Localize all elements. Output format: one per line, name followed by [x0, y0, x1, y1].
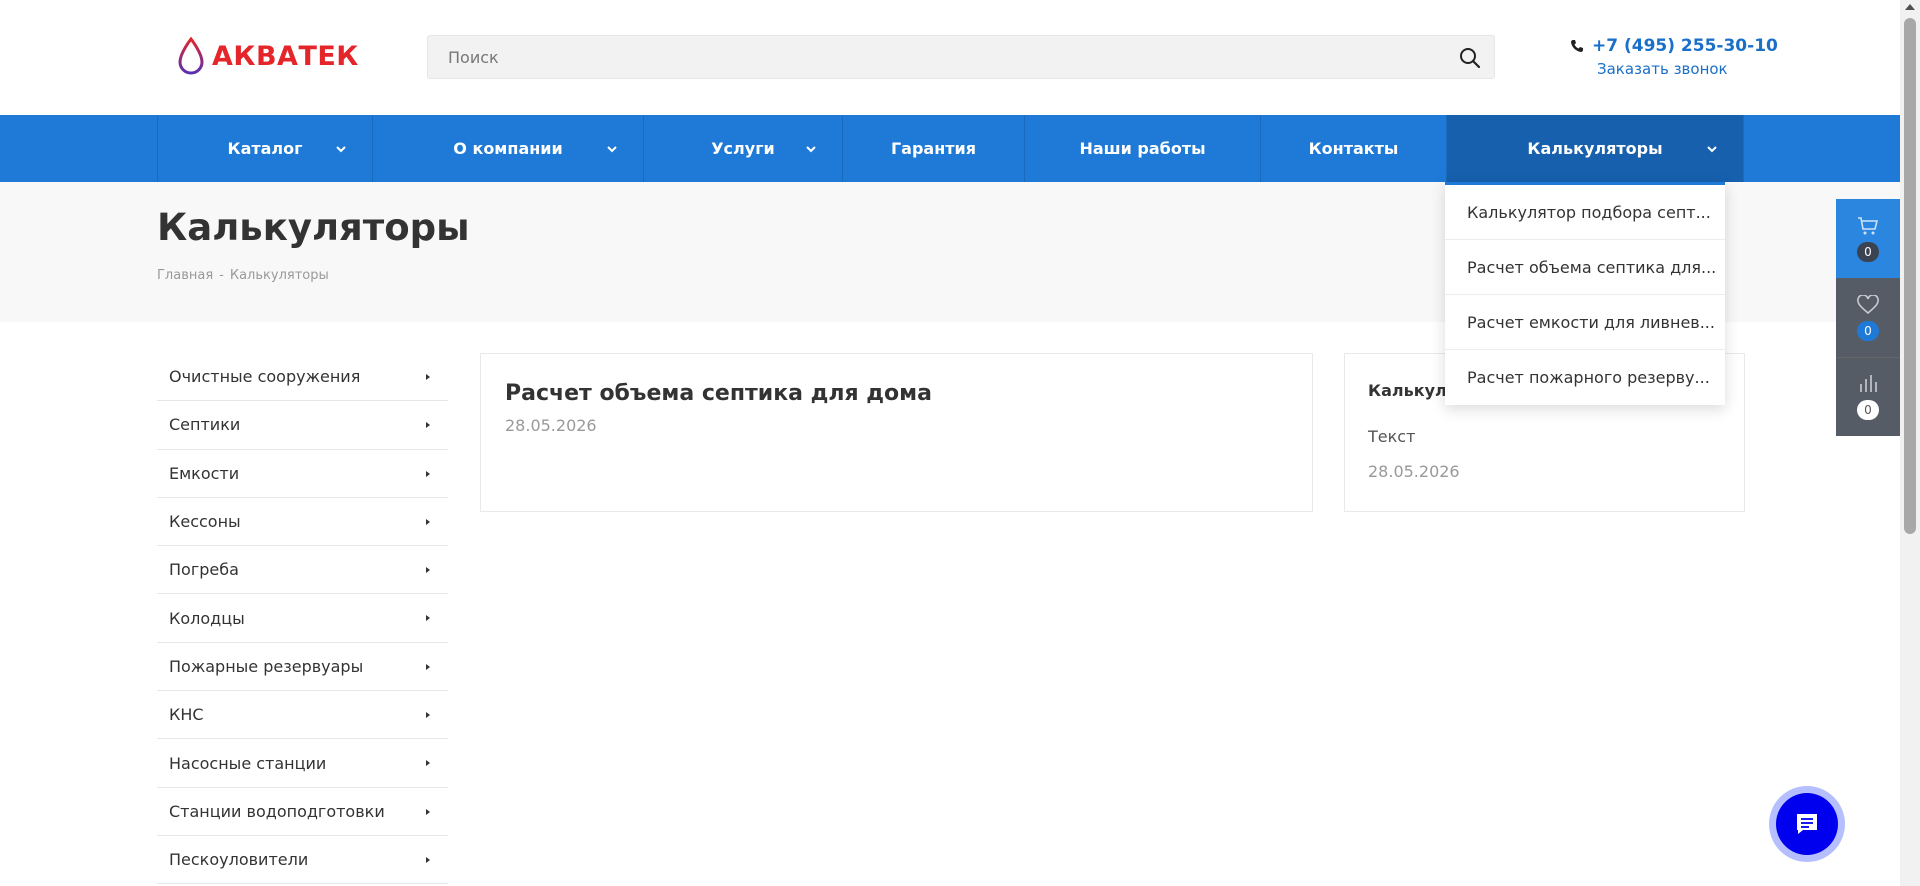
- caret-right-icon: [426, 808, 430, 815]
- breadcrumb: Главная - Калькуляторы: [157, 268, 329, 283]
- sidebar-item-label: КНС: [169, 705, 204, 725]
- water-drop-icon: [178, 37, 204, 75]
- sidebar-item-water-treatment[interactable]: Станции водоподготовки: [157, 788, 448, 836]
- nav-item-label: Услуги: [711, 139, 775, 158]
- chevron-down-icon: [607, 146, 617, 153]
- chevron-down-icon: [336, 146, 346, 153]
- cart-count-badge: 0: [1857, 241, 1879, 262]
- breadcrumb-separator: -: [219, 268, 224, 283]
- dropdown-item-fire-reservoir[interactable]: Расчет пожарного резерву...: [1445, 350, 1725, 405]
- article-title[interactable]: Расчет объема септика для дома: [505, 381, 932, 406]
- nav-item-label: Наши работы: [1079, 139, 1206, 158]
- sidebar-item-septics[interactable]: Септики: [157, 401, 448, 450]
- sidebar-item-label: Септики: [169, 415, 241, 435]
- site-header: АКВАТЕК +7 (495) 255-30-10 Заказать звон…: [0, 0, 1900, 115]
- dropdown-item-septic-volume[interactable]: Расчет объема септика для...: [1445, 240, 1725, 295]
- sidebar-item-wells[interactable]: Колодцы: [157, 594, 448, 643]
- nav-item-label: Каталог: [227, 139, 303, 158]
- favorites-count-badge: 0: [1857, 320, 1879, 341]
- nav-item-calculators[interactable]: Калькуляторы: [1446, 115, 1744, 182]
- sidebar-item-cellars[interactable]: Погреба: [157, 546, 448, 595]
- nav-item-label: Контакты: [1308, 139, 1399, 158]
- dropdown-item-storm-tank[interactable]: Расчет емкости для ливнев...: [1445, 295, 1725, 350]
- caret-right-icon: [426, 470, 430, 477]
- sidebar-item-pump-stations[interactable]: Насосные станции: [157, 739, 448, 788]
- sidebar-item-label: Насосные станции: [169, 753, 327, 773]
- sidebar-item-fire-reservoirs[interactable]: Пожарные резервуары: [157, 643, 448, 692]
- sidebar-item-label: Пескоуловители: [169, 850, 309, 870]
- nav-item-warranty[interactable]: Гарантия: [842, 115, 1024, 182]
- caret-right-icon: [426, 567, 430, 574]
- caret-right-icon: [426, 615, 430, 622]
- nav-item-services[interactable]: Услуги: [643, 115, 842, 182]
- nav-item-catalog[interactable]: Каталог: [157, 115, 372, 182]
- nav-item-about[interactable]: О компании: [372, 115, 643, 182]
- side-article-text: Текст: [1368, 427, 1416, 446]
- favorites-button[interactable]: 0: [1836, 278, 1900, 357]
- chat-widget-inner: [1776, 793, 1838, 855]
- breadcrumb-home-link[interactable]: Главная: [157, 268, 213, 283]
- phone-block: +7 (495) 255-30-10: [1570, 36, 1778, 56]
- calculators-dropdown: Калькулятор подбора септ... Расчет объем…: [1445, 182, 1725, 405]
- logo-text: АКВАТЕК: [212, 40, 359, 72]
- sidebar-item-tanks[interactable]: Емкости: [157, 450, 448, 498]
- sidebar-item-label: Станции водоподготовки: [169, 801, 385, 821]
- sidebar-item-treatment-facilities[interactable]: Очистные сооружения: [157, 353, 448, 402]
- sidebar-item-label: Очистные сооружения: [169, 367, 361, 387]
- sidebar-item-label: Пожарные резервуары: [169, 656, 364, 676]
- caret-right-icon: [426, 856, 430, 863]
- logo[interactable]: АКВАТЕК: [176, 36, 359, 76]
- caret-right-icon: [426, 422, 430, 429]
- nav-item-our-works[interactable]: Наши работы: [1024, 115, 1260, 182]
- search-box: [427, 35, 1495, 79]
- side-article-date: 28.05.2026: [1368, 462, 1460, 481]
- chevron-down-icon: [806, 146, 816, 153]
- nav-item-contacts[interactable]: Контакты: [1260, 115, 1446, 182]
- compare-count-badge: 0: [1857, 400, 1879, 420]
- heart-icon: [1857, 294, 1879, 314]
- page-title: Калькуляторы: [157, 206, 470, 249]
- chat-widget-button[interactable]: [1769, 786, 1845, 862]
- chat-icon: [1797, 814, 1817, 834]
- side-article-title[interactable]: Калькуля: [1368, 381, 1457, 400]
- callback-link[interactable]: Заказать звонок: [1597, 60, 1728, 78]
- main-nav: Каталог О компании Услуги Гарантия Наши …: [0, 115, 1900, 182]
- sidebar-item-label: Колодцы: [169, 608, 245, 628]
- caret-right-icon: [426, 712, 430, 719]
- compare-button[interactable]: 0: [1836, 357, 1900, 436]
- sidebar-item-sand-traps[interactable]: Пескоуловители: [157, 836, 448, 885]
- scroll-thumb[interactable]: [1904, 18, 1916, 534]
- caret-right-icon: [426, 374, 430, 380]
- phone-icon: [1571, 40, 1583, 52]
- right-floating-panel: 0 0 0: [1836, 199, 1900, 436]
- sidebar-item-kns[interactable]: КНС: [157, 691, 448, 740]
- scroll-up-arrow-icon[interactable]: [1905, 4, 1915, 10]
- sidebar-item-label: Емкости: [169, 463, 240, 483]
- category-sidebar: Очистные сооружения Септики Емкости Кесс…: [157, 353, 448, 885]
- caret-right-icon: [426, 760, 430, 767]
- dropdown-item-septic-selection[interactable]: Калькулятор подбора септ...: [1445, 185, 1725, 240]
- sidebar-item-caissons[interactable]: Кессоны: [157, 498, 448, 547]
- page-scrollbar[interactable]: [1900, 0, 1920, 886]
- nav-item-label: Гарантия: [890, 139, 977, 158]
- search-input[interactable]: [428, 36, 1494, 78]
- sidebar-item-label: Погреба: [169, 560, 239, 580]
- cart-icon: [1858, 216, 1879, 234]
- article-card[interactable]: Расчет объема септика для дома 28.05.202…: [480, 353, 1313, 512]
- nav-item-label: Калькуляторы: [1527, 139, 1663, 158]
- caret-right-icon: [426, 518, 430, 525]
- nav-item-label: О компании: [453, 139, 563, 158]
- sidebar-item-label: Кессоны: [169, 512, 241, 532]
- chevron-down-icon: [1707, 146, 1717, 153]
- search-icon[interactable]: [1458, 46, 1482, 70]
- bar-chart-icon: [1860, 375, 1877, 392]
- phone-number-link[interactable]: +7 (495) 255-30-10: [1592, 36, 1778, 56]
- cart-button[interactable]: 0: [1836, 199, 1900, 278]
- breadcrumb-current: Калькуляторы: [229, 268, 329, 283]
- article-date: 28.05.2026: [505, 416, 597, 435]
- caret-right-icon: [426, 663, 430, 670]
